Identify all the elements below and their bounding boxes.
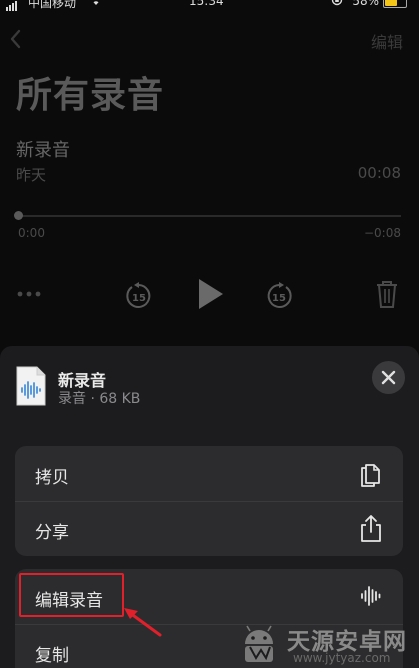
action-group-1: 拷贝 分享 bbox=[15, 446, 403, 556]
elapsed-time: 0:00 bbox=[18, 226, 45, 240]
copy-action[interactable]: 拷贝 bbox=[15, 446, 403, 501]
status-bar: 中国移动 15:34 58% bbox=[0, 0, 419, 11]
edit-button[interactable]: 编辑 bbox=[371, 29, 403, 53]
playback-scrubber[interactable] bbox=[18, 215, 401, 217]
page-title: 所有录音 bbox=[16, 75, 165, 116]
watermark-url: www.jytyaz.com bbox=[293, 651, 391, 665]
share-icon bbox=[361, 515, 381, 542]
back-chevron-icon[interactable] bbox=[8, 28, 24, 50]
watermark: 天源安卓网 www.jytyaz.com bbox=[213, 620, 413, 668]
action-label: 拷贝 bbox=[35, 468, 69, 488]
waveform-icon bbox=[361, 586, 381, 606]
scrubber-handle[interactable] bbox=[14, 211, 23, 220]
skip-back-15-icon[interactable]: 15 bbox=[124, 281, 154, 311]
signal-icon bbox=[6, 0, 18, 11]
annotation-arrow bbox=[124, 608, 162, 637]
wifi-icon bbox=[88, 0, 104, 9]
clock: 15:34 bbox=[189, 0, 224, 8]
close-icon bbox=[381, 370, 396, 385]
sheet-file-meta: 录音 · 68 KB bbox=[58, 391, 141, 407]
rotation-lock-icon bbox=[331, 0, 343, 9]
trash-icon[interactable] bbox=[375, 279, 399, 309]
audio-file-icon bbox=[16, 366, 46, 406]
action-label: 分享 bbox=[35, 523, 69, 543]
recording-date: 昨天 bbox=[16, 166, 47, 184]
play-icon[interactable] bbox=[196, 277, 226, 311]
playback-controls: 15 15 bbox=[0, 275, 419, 315]
battery-percent: 58% bbox=[352, 0, 379, 8]
battery-icon bbox=[383, 0, 407, 8]
copy-icon bbox=[361, 464, 380, 487]
share-action[interactable]: 分享 bbox=[15, 501, 403, 556]
battery-level bbox=[385, 0, 397, 6]
recording-duration: 00:08 bbox=[357, 164, 401, 182]
recording-name[interactable]: 新录音 bbox=[16, 136, 70, 162]
close-button[interactable] bbox=[372, 361, 405, 394]
svg-text:15: 15 bbox=[272, 293, 286, 304]
svg-text:15: 15 bbox=[132, 293, 146, 304]
action-label: 复制 bbox=[35, 646, 69, 666]
annotation-highlight-box bbox=[19, 573, 124, 617]
carrier-label: 中国移动 bbox=[28, 0, 77, 10]
more-options-icon[interactable] bbox=[16, 289, 42, 299]
android-logo-icon bbox=[245, 625, 273, 662]
remaining-time: −0:08 bbox=[363, 226, 401, 240]
skip-forward-15-icon[interactable]: 15 bbox=[264, 281, 294, 311]
screen: 中国移动 15:34 58% 编辑 所有录音 新录音 昨天 00:08 0:00… bbox=[0, 0, 419, 668]
